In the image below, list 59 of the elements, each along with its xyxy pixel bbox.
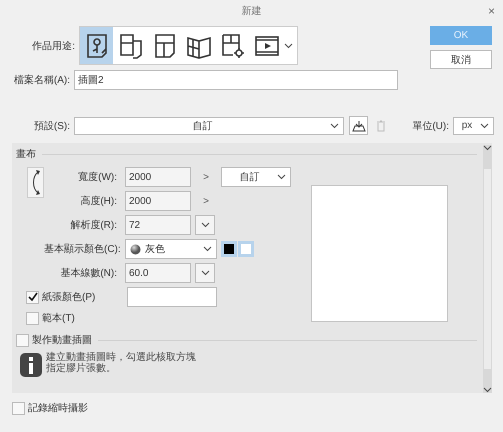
timelapse-label: 記錄縮時攝影 bbox=[28, 402, 88, 415]
check-icon bbox=[28, 292, 38, 302]
preset-label: 預設(S): bbox=[32, 120, 71, 132]
animation-label: 製作動畫插圖 bbox=[32, 334, 92, 347]
animation-checkbox[interactable] bbox=[16, 334, 29, 346]
sphere-icon bbox=[130, 244, 141, 254]
template-label: 範本(T) bbox=[42, 312, 75, 325]
size-preset-select[interactable]: 自訂 bbox=[221, 167, 291, 187]
usage-label: 作品用途: bbox=[31, 40, 76, 52]
page-gear-icon bbox=[220, 32, 244, 58]
color-swatch-button[interactable] bbox=[221, 241, 237, 257]
cancel-button[interactable]: 取消 bbox=[430, 50, 492, 69]
close-button[interactable]: × bbox=[488, 4, 495, 18]
timelapse-checkbox[interactable] bbox=[12, 402, 25, 414]
chevron-down-icon bbox=[284, 42, 293, 48]
chevron-down-icon bbox=[330, 122, 339, 128]
paper-color-label: 紙張顏色(P) bbox=[42, 290, 96, 304]
usage-option[interactable] bbox=[80, 27, 113, 64]
file-name-label: 檔案名稱(A): bbox=[12, 74, 71, 87]
display-color-select[interactable]: 灰色 bbox=[125, 239, 217, 259]
paper-color-swatch[interactable] bbox=[127, 287, 217, 307]
swap-orientation-button[interactable] bbox=[27, 167, 44, 198]
arrow-label: > bbox=[202, 172, 210, 182]
arrow-label: > bbox=[202, 196, 210, 206]
width-field[interactable]: 2000 bbox=[125, 167, 191, 187]
curved-arrows-icon bbox=[30, 169, 41, 196]
paper-color-checkbox[interactable] bbox=[26, 290, 39, 304]
info-icon bbox=[20, 353, 42, 377]
resolution-field[interactable]: 72 bbox=[125, 215, 191, 235]
template-checkbox[interactable] bbox=[26, 312, 39, 324]
preset-select[interactable]: 自訂 bbox=[74, 116, 344, 134]
canvas-section-title: 畫布 bbox=[16, 148, 36, 161]
height-label: 高度(H): bbox=[79, 194, 118, 208]
unit-select[interactable]: px bbox=[453, 116, 494, 134]
info-text: 建立動畫插圖時，勾選此核取方塊 bbox=[46, 353, 196, 363]
chevron-down-icon bbox=[200, 270, 210, 276]
panels-icon bbox=[118, 32, 142, 58]
film-icon bbox=[254, 34, 280, 56]
scroll-down-icon bbox=[483, 387, 492, 393]
dropdown-button[interactable] bbox=[195, 215, 215, 235]
color-swatch-button[interactable] bbox=[238, 241, 254, 257]
chevron-down-icon bbox=[200, 222, 210, 228]
height-field[interactable]: 2000 bbox=[125, 191, 191, 211]
width-label: 寬度(W): bbox=[77, 170, 118, 184]
save-preset-icon[interactable] bbox=[349, 116, 368, 135]
line-count-field[interactable]: 60.0 bbox=[125, 263, 191, 283]
panel-page-icon bbox=[154, 32, 176, 58]
unit-label: 單位(U): bbox=[411, 120, 450, 132]
chevron-down-icon bbox=[203, 246, 212, 252]
display-color-label: 基本顯示顏色(C): bbox=[44, 242, 121, 256]
file-name-field[interactable]: 插圖2 bbox=[74, 70, 398, 90]
resolution-label: 解析度(R): bbox=[69, 218, 118, 232]
window-title: 新建 bbox=[242, 4, 262, 18]
chevron-down-icon bbox=[277, 174, 286, 180]
info-text: 指定膠片張數。 bbox=[46, 364, 117, 374]
scrollbar[interactable] bbox=[483, 145, 492, 393]
dropdown-button[interactable] bbox=[195, 263, 215, 283]
chevron-down-icon bbox=[480, 122, 489, 128]
line-count-label: 基本線數(N): bbox=[59, 266, 118, 280]
